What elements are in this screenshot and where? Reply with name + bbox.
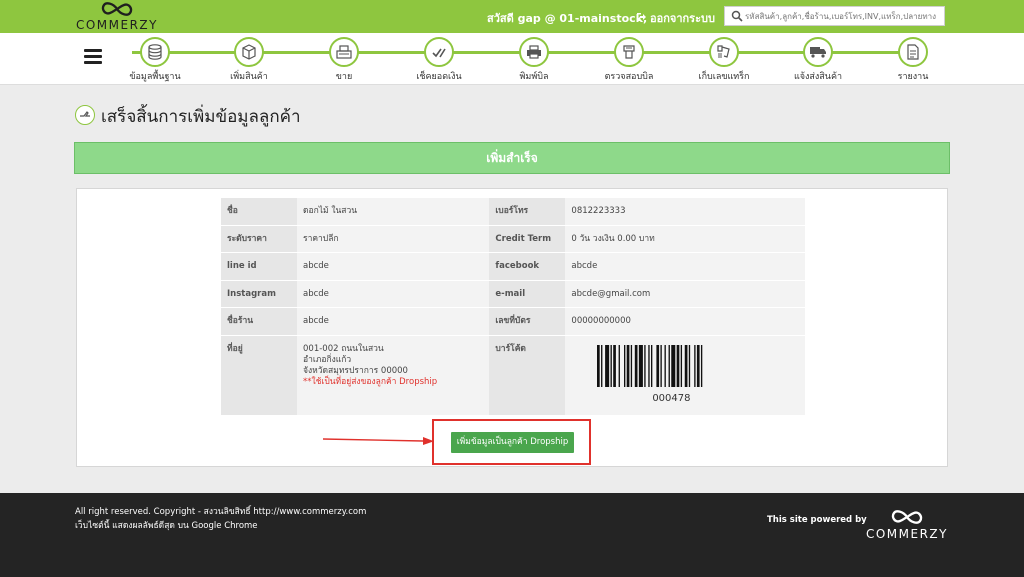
barcode-cell: 000478 <box>565 335 805 416</box>
facebook-value: abcde <box>565 252 805 281</box>
nav-label: ตรวจสอบบิล <box>604 72 654 82</box>
customer-info-table: ชื่อ ดอกไม้ ในสวน เบอร์โทร 0812223333 ระ… <box>221 198 805 416</box>
nav-label: เพิ่มสินค้า <box>230 72 268 82</box>
email-label: e-mail <box>489 280 566 308</box>
address-label: ที่อยู่ <box>221 335 297 416</box>
scanner-icon <box>614 37 644 67</box>
name-value: ดอกไม้ ในสวน <box>297 198 490 226</box>
email-value: abcde@gmail.com <box>565 280 805 308</box>
logout-label: ออกจากระบบ <box>650 12 715 25</box>
red-arrow-annotation <box>323 437 434 445</box>
address-value: 001-002 ถนนในสวน อำเภอกิ่งแก้ว จังหวัดสม… <box>297 335 490 416</box>
table-row: line id abcde facebook abcde <box>221 252 805 281</box>
top-bar: COMMERZY สวัสดี gap @ 01-mainstock, ออกจ… <box>0 0 1024 33</box>
nav-item-tracking[interactable]: เก็บเลขแทร็ก <box>684 37 764 83</box>
cash-register-icon <box>329 37 359 67</box>
barcode-number: 000478 <box>652 392 691 404</box>
search-icon <box>731 10 743 22</box>
nav-label: รายงาน <box>897 72 929 82</box>
address-line: อำเภอกิ่งแก้ว <box>303 354 352 365</box>
table-row: ที่อยู่ 001-002 ถนนในสวน อำเภอกิ่งแก้ว จ… <box>221 335 805 416</box>
browser-note: เว็บไซต์นี้ แสดงผลลัพธ์ดีสุด บน Google C… <box>75 521 258 531</box>
logout-icon <box>636 12 646 25</box>
page-title: เสร็จสิ้นการเพิ่มข้อมูลลูกค้า <box>101 107 301 127</box>
nav-label: เช็คยอดเงิน <box>416 72 462 82</box>
search-box[interactable] <box>724 6 945 26</box>
nav-item-add-product[interactable]: เพิ่มสินค้า <box>209 37 289 83</box>
nav-label: ขาย <box>335 72 353 82</box>
facebook-label: facebook <box>489 252 566 281</box>
price-level-value: ราคาปลีก <box>297 225 490 253</box>
table-row: ชื่อ ดอกไม้ ในสวน เบอร์โทร 0812223333 <box>221 198 805 226</box>
add-dropship-customer-button[interactable]: เพิ่มข้อมูลเป็นลูกค้า Dropship <box>451 432 574 453</box>
report-icon <box>898 37 928 67</box>
price-level-label: ระดับราคา <box>221 225 297 253</box>
address-line: จังหวัดสมุทรปราการ 00000 <box>303 365 408 376</box>
table-row: Instagram abcde e-mail abcde@gmail.com <box>221 280 805 308</box>
commerzy-logo[interactable]: COMMERZY <box>72 0 162 33</box>
infinity-logo-icon <box>891 510 923 524</box>
credit-term-value: 0 วัน วงเงิน 0.00 บาท <box>565 225 805 253</box>
greeting-text: สวัสดี gap @ 01-mainstock, <box>487 12 648 25</box>
instagram-value: abcde <box>297 280 490 308</box>
footer: All right reserved. Copyright - สงวนลิขส… <box>0 493 1024 577</box>
credit-term-label: Credit Term <box>489 225 566 253</box>
nav-label: เก็บเลขแทร็ก <box>698 72 750 82</box>
instagram-label: Instagram <box>221 280 297 308</box>
line-id-label: line id <box>221 252 297 281</box>
footer-commerzy-logo[interactable]: COMMERZY <box>862 508 952 541</box>
table-row: ระดับราคา ราคาปลีก Credit Term 0 วัน วงเ… <box>221 225 805 253</box>
search-input[interactable] <box>745 9 942 23</box>
card-number-label: เลขที่บัตร <box>489 307 566 336</box>
name-label: ชื่อ <box>221 198 297 226</box>
nav-item-print-bill[interactable]: พิมพ์บิล <box>494 37 574 83</box>
nav-label: พิมพ์บิล <box>519 72 549 82</box>
shop-name-label: ชื่อร้าน <box>221 307 297 336</box>
logout-link[interactable]: ออกจากระบบ <box>636 9 715 27</box>
card-number-value: 00000000000 <box>565 307 805 336</box>
printer-icon <box>519 37 549 67</box>
copyright-text: All right reserved. Copyright - สงวนลิขส… <box>75 507 367 517</box>
truck-icon <box>803 37 833 67</box>
success-banner: เพิ่มสำเร็จ <box>74 142 950 174</box>
barcode-label: บาร์โค้ด <box>489 335 566 416</box>
table-row: ชื่อร้าน abcde เลขที่บัตร 00000000000 <box>221 307 805 336</box>
hamburger-menu-icon[interactable] <box>84 49 102 65</box>
shop-name-value: abcde <box>297 307 490 336</box>
database-icon <box>140 37 170 67</box>
logo-text: COMMERZY <box>75 18 158 32</box>
checkmark-pen-icon <box>424 37 454 67</box>
address-line: 001-002 ถนนในสวน <box>303 343 384 354</box>
barcode-scanner-icon <box>709 37 739 67</box>
nav-label: แจ้งส่งสินค้า <box>793 72 843 82</box>
nav-item-report[interactable]: รายงาน <box>873 37 953 83</box>
nav-item-shipping[interactable]: แจ้งส่งสินค้า <box>778 37 858 83</box>
infinity-logo-icon <box>101 2 133 16</box>
nav-item-basic-data[interactable]: ข้อมูลพื้นฐาน <box>115 37 195 83</box>
dropship-address-note: **ใช้เป็นที่อยู่ส่งของลูกค้า Dropship <box>303 376 438 387</box>
box-icon <box>234 37 264 67</box>
main-nav: ข้อมูลพื้นฐาน เพิ่มสินค้า ขาย เช็คยอดเงิ… <box>0 33 1024 85</box>
line-id-value: abcde <box>297 252 490 281</box>
phone-label: เบอร์โทร <box>489 198 566 226</box>
nav-item-sell[interactable]: ขาย <box>304 37 384 83</box>
powered-by-text: This site powered by <box>767 515 867 525</box>
barcode-image <box>597 344 703 387</box>
nav-item-verify-bill[interactable]: ตรวจสอบบิล <box>589 37 669 83</box>
footer-logo-text: COMMERZY <box>865 527 948 541</box>
phone-value: 0812223333 <box>565 198 805 226</box>
nav-item-check-balance[interactable]: เช็คยอดเงิน <box>399 37 479 83</box>
nav-label: ข้อมูลพื้นฐาน <box>129 72 181 82</box>
hand-icon <box>75 105 95 125</box>
